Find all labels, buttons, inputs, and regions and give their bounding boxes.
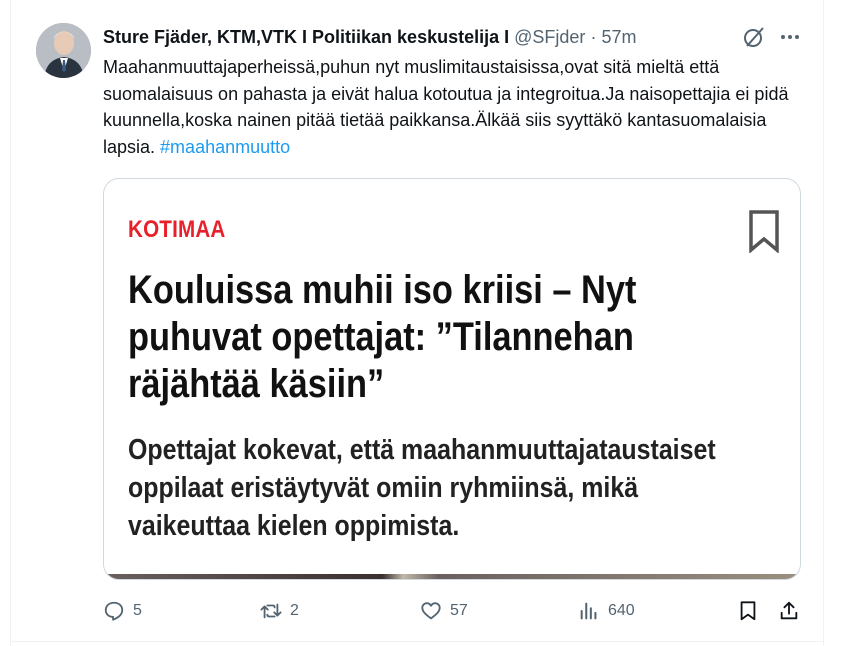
more-icon[interactable] <box>778 25 802 49</box>
bookmark-icon <box>747 209 781 254</box>
tweet-divider <box>10 641 824 642</box>
author-handle[interactable]: @SFjder <box>514 27 585 47</box>
card-category: KOTIMAA <box>128 216 226 243</box>
views-count: 640 <box>608 602 635 619</box>
tweet-header: Sture Fjäder, KTM,VTK I Politiikan kesku… <box>103 26 636 48</box>
share-button[interactable] <box>778 596 800 626</box>
card-lead: Opettajat kokevat, että maahanmuuttajata… <box>128 434 716 542</box>
like-count: 57 <box>450 602 468 619</box>
card-headline: Kouluissa muhii iso kriisi – Nyt puhuvat… <box>128 268 637 406</box>
separator-dot: · <box>590 27 597 47</box>
reply-button[interactable]: 5 <box>103 596 142 626</box>
link-card[interactable]: KOTIMAA Kouluissa muhii iso kriisi – Nyt… <box>103 178 801 580</box>
grok-icon[interactable] <box>742 25 766 49</box>
heart-icon <box>421 602 441 620</box>
hashtag-link[interactable]: #maahanmuutto <box>160 137 290 157</box>
repost-count: 2 <box>290 602 299 619</box>
reply-count: 5 <box>133 602 142 619</box>
tweet-text: Maahanmuuttajaperheissä,puhun nyt muslim… <box>103 54 803 160</box>
timestamp[interactable]: 57m <box>601 27 636 47</box>
bookmark-icon <box>740 601 756 621</box>
repost-icon <box>260 603 282 619</box>
card-image-strip <box>104 574 800 579</box>
views-icon <box>580 602 597 620</box>
like-button[interactable]: 57 <box>420 596 468 626</box>
bookmark-button[interactable] <box>737 596 759 626</box>
repost-button[interactable]: 2 <box>260 596 299 626</box>
avatar-photo <box>36 23 91 78</box>
views-button[interactable]: 640 <box>578 596 635 626</box>
action-bar: 5 2 57 640 <box>0 596 849 626</box>
avatar[interactable] <box>36 23 91 78</box>
share-icon <box>780 601 798 620</box>
author-name[interactable]: Sture Fjäder, KTM,VTK I Politiikan kesku… <box>103 27 509 47</box>
reply-icon <box>104 601 124 621</box>
